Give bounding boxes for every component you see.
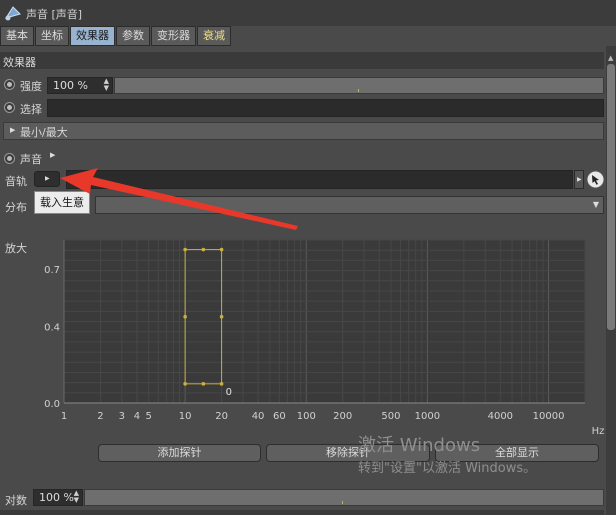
x-tick-label: 2 [97,411,103,422]
activation-watermark-text: 转到"设置"以激活 Windows。 [358,461,537,476]
probe-handle [201,382,206,386]
x-tick-label: 100 [297,411,316,422]
x-tick-label: 20 [215,411,228,422]
activation-watermark-title: 激活 Windows [358,435,481,456]
probe-handle [219,382,224,386]
spinner-icon[interactable]: ▲ ▼ [74,490,79,504]
spectrum-chart: 1 2 3 4 5 10 20 40 60 100 200 500 1000 4000 10000 0.0 0.… [44,239,605,437]
log-value: 100 % [39,491,74,504]
x-tick-label: 10000 [533,411,565,422]
log-label: 对数 [5,494,27,507]
y-tick-label: 0.0 [44,399,60,410]
x-tick-label: 4000 [488,411,513,422]
probe-handle [183,247,187,252]
slider-tick-mark [342,501,343,504]
x-tick-label: 4 [134,411,140,422]
probe-handle [183,382,187,386]
x-tick-label: 1 [61,411,67,422]
y-tick-label: 0.4 [44,322,60,333]
probe-handle [219,314,224,319]
probe-handle [219,247,224,252]
probe-value-label: 0 [226,387,232,398]
log-slider[interactable] [84,489,604,506]
x-tick-label: 1000 [415,411,440,422]
x-tick-label: 5 [145,411,151,422]
log-field[interactable]: 100 % ▲ ▼ [33,489,83,506]
probe-handle [201,247,206,252]
probe-rectangle [184,249,223,385]
next-row-edge [0,510,604,515]
y-tick-label: 0.7 [44,265,60,276]
x-tick-label: 10 [179,411,192,422]
x-tick-label: 3 [119,411,125,422]
x-tick-label: 500 [381,411,400,422]
x-tick-label: 60 [273,411,286,422]
x-unit-label: Hz [592,426,605,437]
x-tick-label: 40 [252,411,265,422]
add-probe-button[interactable]: 添加探针 [98,444,261,462]
x-tick-label: 200 [333,411,352,422]
probe-handle [183,314,187,319]
